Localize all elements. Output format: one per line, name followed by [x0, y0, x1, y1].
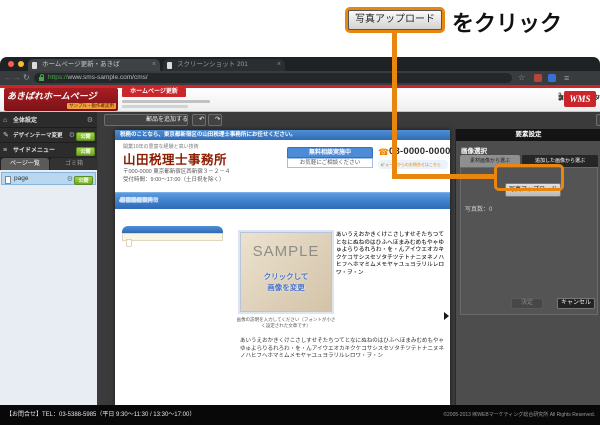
body-paragraph-wide[interactable]: あいうえおかきくけこさしすせそたちつてとなにぬねのはひふへほまみむめもやゃゆゅよ… — [240, 338, 444, 361]
site-nav-bar: ▸トップページ ▸当事務所の特徴 ▸サービス案内 ▸料金案内 ▸お客さまの声 ▸… — [115, 192, 450, 209]
publish-button[interactable]: 公開 — [76, 132, 95, 141]
callout-upload-button-graphic: 写真アップロード — [345, 7, 445, 33]
url-text: www.sms-sample.com/cms/ — [68, 74, 148, 81]
confirm-button[interactable]: 決定 — [511, 298, 543, 309]
pencil-icon: ✎ — [3, 129, 9, 143]
reload-icon[interactable]: ↻ — [23, 71, 30, 85]
account-info-line — [122, 105, 188, 108]
image-select-label: 画像選択 — [461, 145, 487, 155]
tab-trash[interactable]: ゴミ箱 — [50, 158, 98, 170]
sidebar-item-design-theme[interactable]: ✎ デザインテーマ変更 ⚙ 公開 — [0, 129, 97, 143]
app-header: あきばれホームページ サンプル・動作確認用 ホームページ更新 ⌂スタートページに… — [0, 88, 600, 112]
tab-homepage-update[interactable]: ホームページ更新 — [122, 88, 186, 97]
consultation-badge-top: 無料相談実施中 — [287, 147, 373, 158]
gear-icon[interactable]: ⚙ — [69, 129, 75, 143]
callout-instruction-text: をクリック — [452, 6, 562, 38]
undo-icon: ↶ — [199, 115, 204, 125]
tab-close-icon[interactable]: × — [277, 59, 281, 71]
service-logo-title: あきばれホームページ — [7, 89, 97, 102]
undo-button[interactable]: ↶ — [192, 114, 206, 126]
browser-tab-inactive[interactable]: スクリーンショット 201 × — [163, 59, 285, 71]
back-icon[interactable]: ← — [4, 71, 12, 85]
panel-collapse-handle-icon[interactable] — [444, 312, 449, 320]
side-menu-cap — [122, 226, 223, 233]
site-address: 〒000-0000 東京都新宿区西新宿３－２－４ — [123, 167, 230, 175]
service-logo: あきばれホームページ サンプル・動作確認用 — [4, 88, 118, 111]
site-tagline-bar[interactable]: 税務のことなら、東京都新宿区の山田税理士事務所にお任せください。 — [115, 130, 450, 140]
menu-icon[interactable]: ≡ — [564, 71, 569, 85]
browser-toolbar: ← → ↻ https://www.sms-sample.com/cms/ ☆ … — [0, 71, 600, 85]
tab-favicon-icon — [32, 62, 37, 69]
tab-page-list[interactable]: ページ一覧 — [1, 158, 49, 170]
gear-icon[interactable]: ⚙ — [87, 114, 93, 128]
phone-icon: ☎ — [378, 147, 389, 158]
site-hours: 受付時間：9:00〜17:00（土日祝を除く） — [123, 175, 224, 183]
star-icon[interactable]: ☆ — [518, 71, 525, 85]
status-copyright: ©2005-2013 ㈱WEBマーケティング総合研究所 All Rights R… — [443, 405, 595, 425]
editor-shell: ⌂ 全体設定 ⚙ ✎ デザインテーマ変更 ⚙ 公開 ≡ サイドメニュー 公開 ペ… — [0, 112, 600, 405]
gear-icon[interactable]: ⚙ — [67, 173, 73, 187]
account-info-line — [122, 100, 210, 103]
tab-title: スクリーンショット 201 — [177, 61, 248, 68]
page-list-item-selected[interactable]: page ⚙ 公開 — [1, 172, 96, 185]
page-list: page ⚙ 公開 — [0, 170, 97, 405]
publish-button[interactable]: 公開 — [74, 176, 93, 185]
house-icon: ⌂ — [3, 114, 7, 128]
redo-button[interactable]: ↷ — [208, 114, 222, 126]
url-scheme: https:// — [48, 74, 68, 81]
sidebar-tabs: ページ一覧 ゴミ箱 — [0, 157, 97, 170]
tab-favicon-icon — [167, 62, 172, 69]
browser-tab-active[interactable]: ホームページ更新・あきば × — [28, 59, 160, 71]
callout-highlight-box — [494, 164, 564, 191]
callout-upload-button-label: 写真アップロード — [348, 10, 442, 30]
callout-connector-vertical — [392, 31, 397, 179]
brand-logo: WMS — [564, 91, 596, 107]
site-phone-number: 03-0000-0000 — [389, 146, 450, 157]
view-published-button[interactable]: ▭公開中のページを見る — [596, 114, 600, 126]
menu-item-partial[interactable] — [126, 239, 132, 247]
sample-watermark: SAMPLE — [241, 243, 331, 260]
browser-tab-bar: ホームページ更新・あきば × スクリーンショット 201 × — [0, 57, 600, 71]
tab-title: ホームページ更新・あきば — [42, 61, 120, 68]
change-image-label: クリックして 画像を変更 — [241, 271, 331, 293]
sample-badge: サンプル・動作確認用 — [67, 103, 116, 109]
status-contact: 【お問合せ】TEL：03-5388-5985（平日 9:30～11:30 / 1… — [6, 405, 195, 425]
tab-close-icon[interactable]: × — [152, 59, 156, 71]
lock-icon — [39, 77, 44, 81]
screen: 写真アップロード をクリック ホームページ更新・あきば × スクリーンショット … — [0, 0, 600, 425]
photo-count: 写真数：0 — [465, 204, 492, 213]
cancel-button[interactable]: キャンセル — [557, 298, 595, 309]
page-icon — [5, 176, 11, 184]
panel-title: 要素設定 — [456, 129, 600, 141]
window-minimize-icon[interactable] — [18, 61, 24, 67]
form-contact-link[interactable]: ▸ フォームからのお問合せはこちら — [378, 160, 448, 169]
body-paragraph[interactable]: あいうえおかきくけこさしすせそたちつてとなにぬねのはひふへほまみむめもやゃゆゅよ… — [336, 232, 444, 277]
add-part-button[interactable]: +部品を追加する — [104, 114, 188, 126]
publish-button[interactable]: 公開 — [76, 147, 95, 156]
sidebar-item-global-settings[interactable]: ⌂ 全体設定 ⚙ — [0, 114, 97, 128]
window-close-icon[interactable] — [8, 61, 14, 67]
left-sidebar: ⌂ 全体設定 ⚙ ✎ デザインテーマ変更 ⚙ 公開 ≡ サイドメニュー 公開 ペ… — [0, 112, 97, 405]
redo-icon: ↷ — [215, 115, 220, 125]
site-preview: 税務のことなら、東京都新宿区の山田税理士事務所にお任せください。 開業10年の豊… — [115, 130, 450, 405]
consultation-badge-bottom: お気軽にご相談ください — [287, 158, 373, 168]
side-menu-body: ◉トップページ ◉お役立ち情報 •節税対策のポイント •失敗しない税理士選び ◉… — [122, 233, 223, 241]
extension-icon[interactable] — [548, 74, 556, 82]
callout-connector-horizontal — [392, 174, 496, 179]
image-caption: 画像の説明を入力してください（フォントが小さく設定された文章です） — [235, 317, 337, 329]
status-bar: 【お問合せ】TEL：03-5388-5985（平日 9:30～11:30 / 1… — [0, 405, 600, 425]
site-title: 山田税理士事務所 — [123, 149, 227, 168]
extension-icon[interactable] — [534, 74, 542, 82]
address-bar[interactable]: https://www.sms-sample.com/cms/ — [34, 73, 512, 83]
editable-image-placeholder[interactable]: SAMPLE クリックして 画像を変更 — [240, 232, 332, 312]
forward-icon[interactable]: → — [13, 71, 21, 85]
sidebar-item-side-menu[interactable]: ≡ サイドメニュー 公開 — [0, 144, 97, 158]
menu-lines-icon: ≡ — [3, 144, 7, 158]
